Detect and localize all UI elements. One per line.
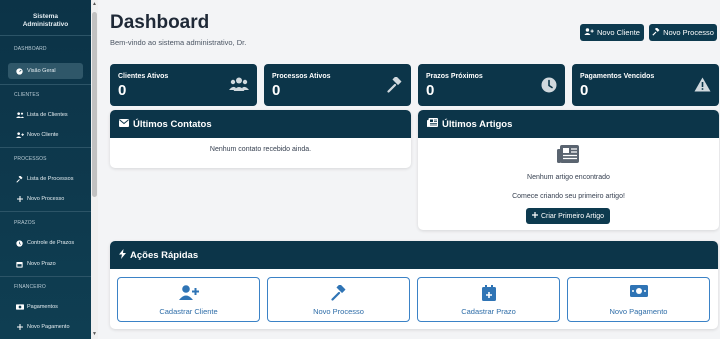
quick-action-label: Cadastrar Cliente bbox=[159, 307, 218, 316]
button-label: Novo Processo bbox=[663, 28, 714, 37]
empty-message: Nenhum contato recebido ainda. bbox=[209, 146, 312, 153]
users-icon bbox=[229, 77, 249, 96]
clock-icon bbox=[15, 239, 24, 247]
empty-message: Nenhum artigo encontrado bbox=[527, 174, 610, 181]
sidebar: Sistema Administrativo DASHBOARD Visão G… bbox=[0, 0, 91, 339]
sidebar-item-label: Lista de Clientes bbox=[27, 112, 68, 118]
section-label-financeiro: FINANCEIRO bbox=[14, 284, 46, 290]
sidebar-item-visao-geral[interactable]: Visão Geral bbox=[8, 63, 83, 79]
sidebar-item-label: Lista de Processos bbox=[27, 176, 74, 182]
gavel-icon bbox=[652, 26, 660, 38]
divider bbox=[0, 276, 91, 277]
stat-label: Processos Ativos bbox=[272, 73, 331, 80]
newspaper-icon bbox=[557, 145, 579, 168]
section-label-clientes: CLIENTES bbox=[14, 92, 40, 98]
gavel-icon bbox=[387, 76, 403, 98]
user-plus-icon bbox=[118, 285, 259, 300]
brand: Sistema Administrativo bbox=[0, 0, 91, 36]
new-client-button[interactable]: Novo Cliente bbox=[580, 24, 644, 41]
card-title: Últimos Artigos bbox=[442, 118, 513, 130]
sidebar-item-novo-pagamento[interactable]: Novo Pagamento bbox=[8, 319, 83, 335]
sidebar-item-label: Novo Processo bbox=[27, 196, 65, 202]
empty-hint: Comece criando seu primeiro artigo! bbox=[512, 193, 625, 200]
section-label-prazos: PRAZOS bbox=[14, 220, 36, 226]
quick-action-label: Novo Processo bbox=[313, 307, 364, 316]
calendar-icon bbox=[15, 261, 24, 268]
divider bbox=[0, 147, 91, 148]
divider bbox=[0, 211, 91, 212]
stat-card-pagamentos: Pagamentos Vencidos 0 bbox=[572, 64, 719, 106]
brand-line-2: Administrativo bbox=[22, 21, 69, 28]
sidebar-item-lista-processos[interactable]: Lista de Processos bbox=[8, 171, 83, 187]
gavel-icon bbox=[268, 285, 409, 301]
stat-card-clientes: Clientes Ativos 0 bbox=[110, 64, 257, 106]
quick-action-cadastrar-cliente[interactable]: Cadastrar Cliente bbox=[117, 277, 260, 322]
card-header: Últimos Contatos bbox=[110, 110, 411, 138]
users-icon bbox=[15, 112, 24, 118]
sidebar-item-pagamentos[interactable]: Pagamentos bbox=[8, 299, 83, 315]
section-label-dashboard: DASHBOARD bbox=[14, 46, 47, 52]
bolt-icon bbox=[119, 248, 126, 262]
stat-value: 0 bbox=[426, 82, 435, 99]
sidebar-item-label: Novo Cliente bbox=[27, 132, 59, 138]
sidebar-item-label: Pagamentos bbox=[27, 304, 58, 310]
sidebar-item-label: Visão Geral bbox=[27, 68, 56, 74]
money-icon bbox=[15, 304, 24, 310]
button-label: Criar Primeiro Artigo bbox=[540, 212, 604, 220]
quick-action-novo-pagamento[interactable]: Novo Pagamento bbox=[567, 277, 710, 322]
calendar-plus-icon bbox=[418, 285, 559, 301]
warning-icon bbox=[694, 77, 711, 97]
sidebar-item-controle-prazos[interactable]: Controle de Prazos bbox=[8, 235, 83, 251]
sidebar-item-lista-clientes[interactable]: Lista de Clientes bbox=[8, 107, 83, 123]
gavel-icon bbox=[15, 175, 24, 183]
envelope-icon bbox=[119, 118, 129, 130]
section-label-processos: PROCESSOS bbox=[14, 156, 47, 162]
dashboard-icon bbox=[15, 67, 24, 75]
card-title: Ações Rápidas bbox=[130, 249, 199, 261]
sidebar-item-label: Novo Pagamento bbox=[27, 324, 70, 330]
quick-action-novo-processo[interactable]: Novo Processo bbox=[267, 277, 410, 322]
card-title: Últimos Contatos bbox=[133, 118, 212, 130]
scroll-down-icon[interactable]: ▼ bbox=[92, 331, 97, 337]
stat-card-processos: Processos Ativos 0 bbox=[264, 64, 411, 106]
card-header: Últimos Artigos bbox=[418, 110, 719, 138]
divider bbox=[0, 84, 91, 85]
clock-icon bbox=[541, 77, 557, 98]
sidebar-item-novo-cliente[interactable]: Novo Cliente bbox=[8, 127, 83, 143]
scroll-up-icon[interactable]: ▲ bbox=[92, 1, 97, 7]
stat-label: Clientes Ativos bbox=[118, 73, 169, 80]
user-plus-icon bbox=[15, 132, 24, 138]
stat-card-prazos: Prazos Próximos 0 bbox=[418, 64, 565, 106]
create-first-article-button[interactable]: Criar Primeiro Artigo bbox=[526, 208, 610, 224]
page-subtitle: Bem-vindo ao sistema administrativo, Dr. bbox=[110, 38, 247, 47]
sidebar-item-novo-processo[interactable]: Novo Processo bbox=[8, 191, 83, 207]
stat-value: 0 bbox=[272, 82, 281, 99]
sidebar-item-novo-prazo[interactable]: Novo Prazo bbox=[8, 256, 83, 272]
sidebar-item-label: Controle de Prazos bbox=[27, 240, 75, 246]
stat-value: 0 bbox=[118, 82, 127, 99]
user-plus-icon bbox=[584, 28, 594, 37]
page-title: Dashboard bbox=[110, 12, 210, 33]
plus-icon bbox=[15, 196, 24, 202]
card-header: Ações Rápidas bbox=[110, 241, 718, 269]
sidebar-item-label: Novo Prazo bbox=[27, 261, 56, 267]
plus-icon bbox=[15, 324, 24, 330]
stat-label: Pagamentos Vencidos bbox=[580, 73, 655, 80]
quick-action-label: Cadastrar Prazo bbox=[461, 307, 516, 316]
quick-action-cadastrar-prazo[interactable]: Cadastrar Prazo bbox=[417, 277, 560, 322]
newspaper-icon bbox=[427, 118, 438, 130]
scrollbar-thumb[interactable] bbox=[92, 12, 97, 197]
stat-label: Prazos Próximos bbox=[426, 73, 483, 80]
quick-action-label: Novo Pagamento bbox=[609, 307, 668, 316]
button-label: Novo Cliente bbox=[597, 28, 640, 37]
sidebar-scrollbar[interactable]: ▲ ▼ bbox=[91, 0, 98, 339]
plus-icon bbox=[531, 212, 538, 220]
money-bill-icon bbox=[568, 285, 709, 297]
brand-line-1: Sistema bbox=[33, 13, 58, 20]
stat-value: 0 bbox=[580, 82, 589, 99]
recent-contacts-card: Últimos Contatos Nenhum contato recebido… bbox=[110, 110, 411, 168]
new-process-button[interactable]: Novo Processo bbox=[649, 24, 717, 41]
